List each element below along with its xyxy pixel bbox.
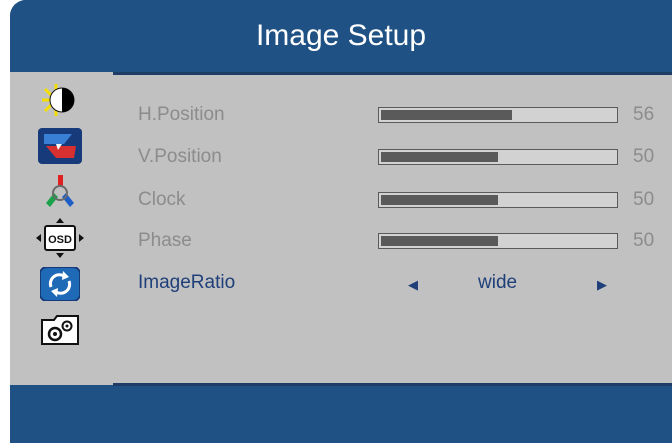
settings-panel: H.Position 56 V.Position 50 Clock 50 Pha… (113, 72, 672, 385)
arrow-left-icon[interactable]: ◀ (408, 277, 418, 293)
setting-row-v-position[interactable]: V.Position 50 (113, 138, 672, 178)
divider (113, 72, 672, 75)
setting-value: 50 (633, 189, 655, 210)
setting-value: 56 (633, 104, 655, 125)
setting-label: Phase (138, 230, 192, 251)
setting-row-h-position[interactable]: H.Position 56 (113, 96, 672, 136)
sidebar-item-reset[interactable] (32, 264, 88, 304)
level-fill (381, 110, 512, 120)
setting-label: H.Position (138, 104, 225, 125)
menu-title: Image Setup (10, 0, 672, 72)
setting-row-image-ratio[interactable]: ImageRatio ◀ wide ▶ (113, 264, 672, 304)
level-fill (381, 195, 498, 205)
osd-setup-icon: OSD (36, 218, 84, 258)
image-setup-icon (38, 128, 82, 164)
sidebar-item-color-setup[interactable] (32, 172, 88, 212)
level-bar (378, 233, 618, 249)
sidebar-item-luminance[interactable] (32, 80, 88, 120)
setting-label: Clock (138, 189, 186, 210)
divider (113, 383, 672, 386)
sidebar-item-osd-setup[interactable]: OSD (32, 218, 88, 258)
reset-icon (40, 267, 80, 301)
color-setup-icon (46, 175, 74, 207)
level-bar (378, 107, 618, 123)
sidebar-item-extra[interactable] (32, 310, 88, 350)
setting-value: 50 (633, 146, 655, 167)
setting-label: ImageRatio (138, 272, 236, 293)
arrow-right-icon[interactable]: ▶ (597, 277, 607, 293)
setting-label: V.Position (138, 146, 222, 167)
brightness-contrast-icon (42, 84, 75, 116)
setting-row-phase[interactable]: Phase 50 (113, 222, 672, 262)
osd-icon-text: OSD (48, 234, 72, 246)
level-bar (378, 192, 618, 208)
setting-row-clock[interactable]: Clock 50 (113, 181, 672, 221)
gears-icon (41, 315, 79, 345)
osd-menu: Image Setup OSD H.Position 56 V.Position… (10, 0, 672, 443)
image-ratio-value: wide (478, 272, 518, 293)
level-bar (378, 149, 618, 165)
level-fill (381, 152, 498, 162)
sidebar-item-image-setup[interactable] (32, 126, 88, 166)
sidebar: OSD (10, 72, 113, 385)
setting-value: 50 (633, 230, 655, 251)
level-fill (381, 236, 498, 246)
